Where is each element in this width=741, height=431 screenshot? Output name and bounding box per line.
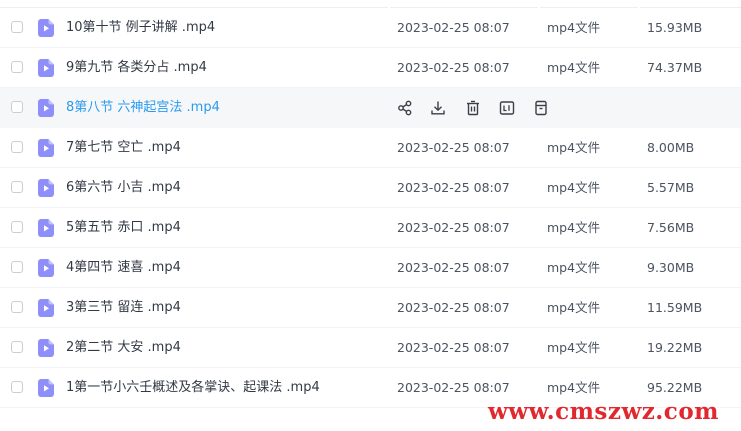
- file-row[interactable]: 2第二节 大安 .mp4 2023-02-25 08:07 mp4文件 19.2…: [0, 328, 741, 368]
- file-size: 15.93MB: [647, 20, 703, 35]
- row-checkbox[interactable]: [11, 301, 23, 313]
- modified-date: 2023-02-25 08:07: [397, 300, 510, 315]
- row-checkbox[interactable]: [11, 221, 23, 233]
- video-file-icon: [38, 139, 54, 157]
- video-file-icon: [38, 299, 54, 317]
- file-name[interactable]: 7第七节 空亡 .mp4: [66, 139, 181, 157]
- download-icon[interactable]: [429, 99, 447, 117]
- file-row[interactable]: 6第六节 小吉 .mp4 2023-02-25 08:07 mp4文件 5.57…: [0, 168, 741, 208]
- file-size: 74.37MB: [647, 60, 703, 75]
- row-checkbox[interactable]: [11, 381, 23, 393]
- file-name[interactable]: 8第八节 六神起宫法 .mp4: [66, 99, 220, 117]
- file-size: 8.00MB: [647, 140, 695, 155]
- video-file-icon: [38, 99, 54, 117]
- modified-date: 2023-02-25 08:07: [397, 140, 510, 155]
- file-row[interactable]: 9第九节 各类分占 .mp4 2023-02-25 08:07 mp4文件 74…: [0, 48, 741, 88]
- file-size: 19.22MB: [647, 340, 703, 355]
- row-checkbox[interactable]: [11, 101, 23, 113]
- file-name[interactable]: 4第四节 速喜 .mp4: [66, 259, 181, 277]
- file-type: mp4文件: [547, 20, 601, 35]
- rename-icon[interactable]: [498, 99, 516, 117]
- file-row[interactable]: 7第七节 空亡 .mp4 2023-02-25 08:07 mp4文件 8.00…: [0, 128, 741, 168]
- file-type: mp4文件: [547, 140, 601, 155]
- share-icon[interactable]: [396, 99, 414, 117]
- file-size: 5.57MB: [647, 180, 695, 195]
- file-name[interactable]: 3第三节 留连 .mp4: [66, 299, 181, 317]
- modified-date: 2023-02-25 08:07: [397, 180, 510, 195]
- video-file-icon: [38, 219, 54, 237]
- file-type: mp4文件: [547, 220, 601, 235]
- modified-date: 2023-02-25 08:07: [397, 260, 510, 275]
- video-file-icon: [38, 339, 54, 357]
- row-checkbox[interactable]: [11, 261, 23, 273]
- row-checkbox[interactable]: [11, 21, 23, 33]
- modified-date: 2023-02-25 08:07: [397, 60, 510, 75]
- file-size: 95.22MB: [647, 380, 703, 395]
- file-list: 10第十节 例子讲解 .mp4 2023-02-25 08:07 mp4文件 1…: [0, 8, 741, 408]
- file-row-hovered[interactable]: 8第八节 六神起宫法 .mp4: [0, 88, 741, 128]
- row-checkbox[interactable]: [11, 181, 23, 193]
- file-name[interactable]: 2第二节 大安 .mp4: [66, 339, 181, 357]
- file-size: 11.59MB: [647, 300, 703, 315]
- more-icon[interactable]: [532, 99, 550, 117]
- file-row[interactable]: 4第四节 速喜 .mp4 2023-02-25 08:07 mp4文件 9.30…: [0, 248, 741, 288]
- modified-date: 2023-02-25 08:07: [397, 380, 510, 395]
- list-top-border: [0, 0, 741, 8]
- file-type: mp4文件: [547, 380, 601, 395]
- video-file-icon: [38, 179, 54, 197]
- modified-date: 2023-02-25 08:07: [397, 340, 510, 355]
- video-file-icon: [38, 59, 54, 77]
- row-checkbox[interactable]: [11, 141, 23, 153]
- file-name[interactable]: 9第九节 各类分占 .mp4: [66, 59, 207, 77]
- file-name[interactable]: 10第十节 例子讲解 .mp4: [66, 19, 215, 37]
- file-type: mp4文件: [547, 340, 601, 355]
- file-name[interactable]: 1第一节小六壬概述及各掌诀、起课法 .mp4: [66, 379, 320, 397]
- watermark-text: www.cmszwz.com: [488, 398, 719, 425]
- file-type: mp4文件: [547, 260, 601, 275]
- file-row[interactable]: 3第三节 留连 .mp4 2023-02-25 08:07 mp4文件 11.5…: [0, 288, 741, 328]
- row-checkbox[interactable]: [11, 341, 23, 353]
- video-file-icon: [38, 259, 54, 277]
- file-name[interactable]: 6第六节 小吉 .mp4: [66, 179, 181, 197]
- file-type: mp4文件: [547, 60, 601, 75]
- file-name[interactable]: 5第五节 赤口 .mp4: [66, 219, 181, 237]
- file-size: 9.30MB: [647, 260, 695, 275]
- file-type: mp4文件: [547, 180, 601, 195]
- modified-date: 2023-02-25 08:07: [397, 220, 510, 235]
- modified-date: 2023-02-25 08:07: [397, 20, 510, 35]
- file-row[interactable]: 5第五节 赤口 .mp4 2023-02-25 08:07 mp4文件 7.56…: [0, 208, 741, 248]
- file-row[interactable]: 10第十节 例子讲解 .mp4 2023-02-25 08:07 mp4文件 1…: [0, 8, 741, 48]
- video-file-icon: [38, 379, 54, 397]
- row-checkbox[interactable]: [11, 61, 23, 73]
- file-size: 7.56MB: [647, 220, 695, 235]
- delete-icon[interactable]: [464, 99, 482, 117]
- video-file-icon: [38, 19, 54, 37]
- file-type: mp4文件: [547, 300, 601, 315]
